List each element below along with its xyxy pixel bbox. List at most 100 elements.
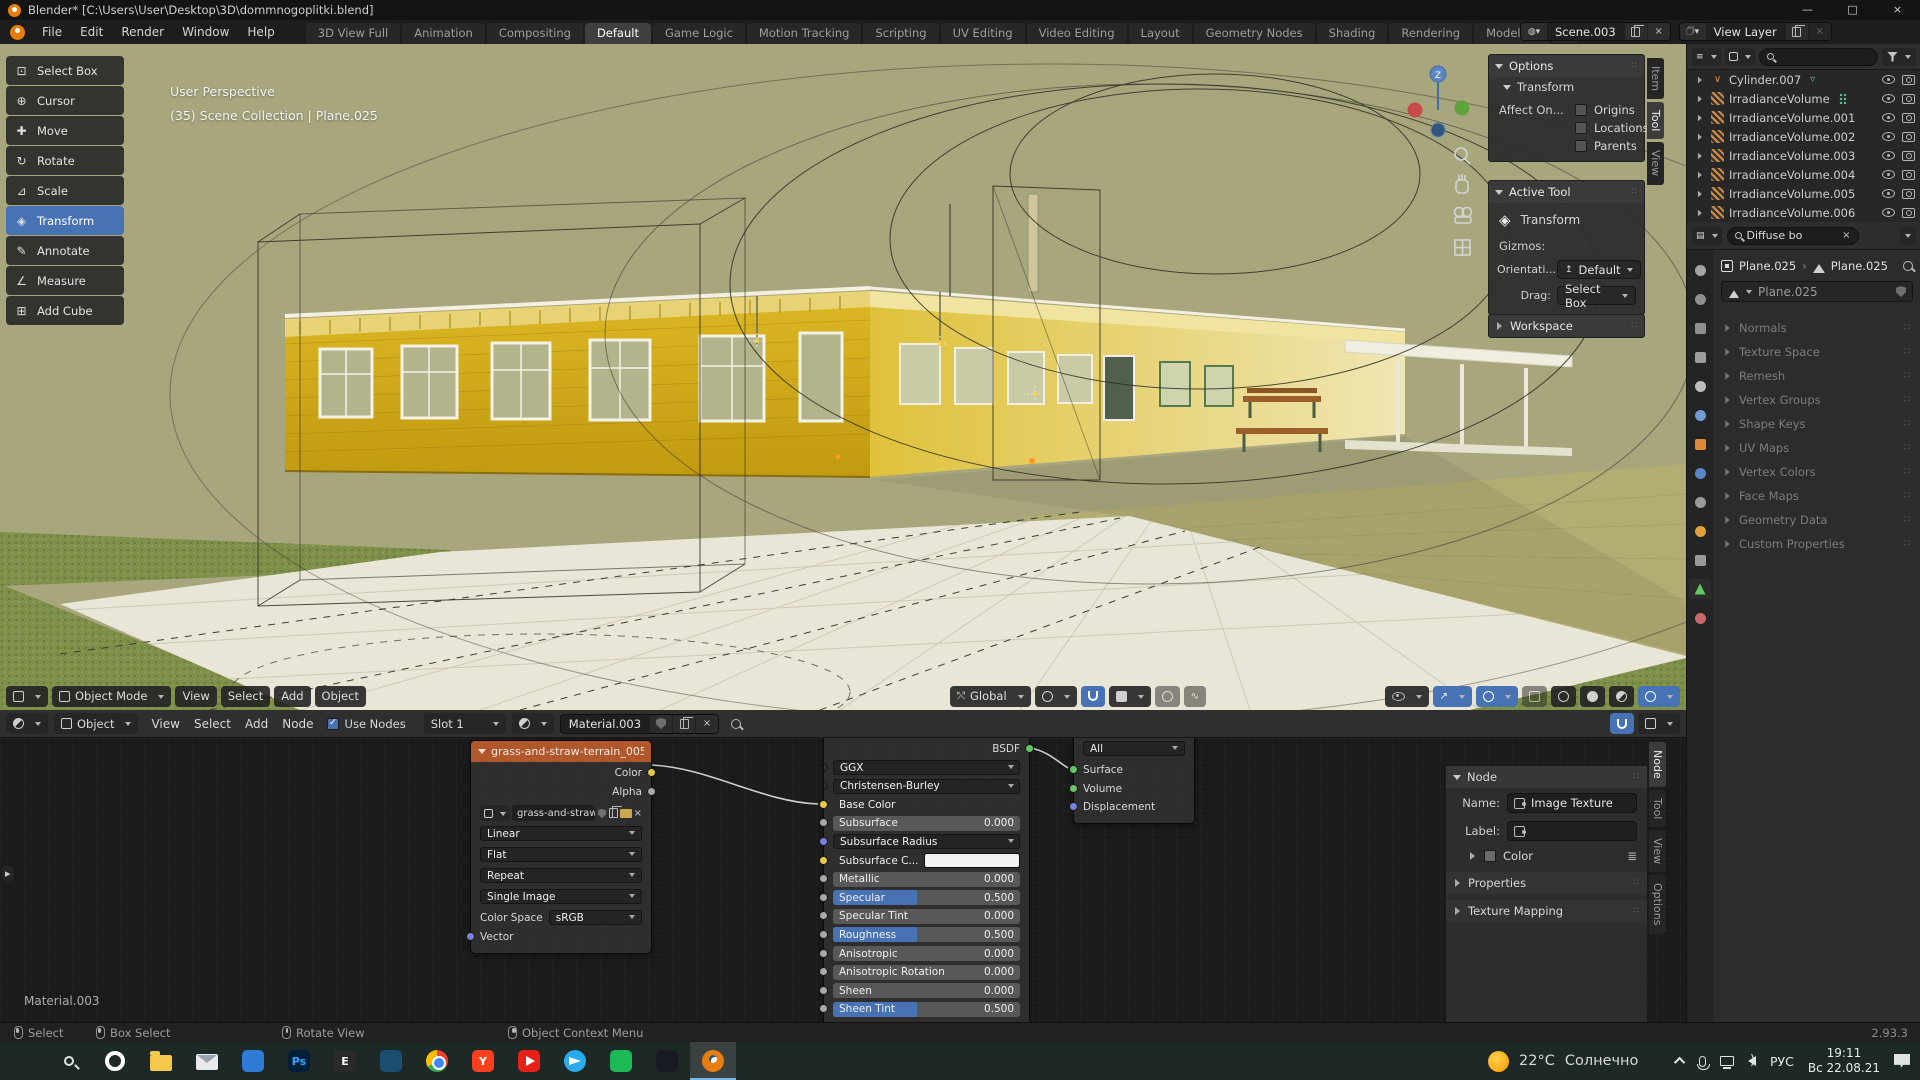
object-tab[interactable] bbox=[1689, 434, 1711, 454]
telegram[interactable] bbox=[552, 1042, 598, 1080]
output-input-socket[interactable] bbox=[1069, 802, 1078, 811]
node-canvas[interactable]: grass-and-straw-terrain_0057_02_S_e Colo… bbox=[0, 738, 1686, 1022]
properties-section-header[interactable]: Texture Space∷ bbox=[1687, 340, 1920, 364]
properties-section-header[interactable]: UV Maps∷ bbox=[1687, 436, 1920, 460]
bsdf-property-row[interactable]: Specular Tint 0.000 bbox=[833, 908, 1020, 924]
viewport-3d[interactable]: User Perspective (35) Scene Collection |… bbox=[0, 44, 1686, 710]
new-view-layer-button[interactable] bbox=[1786, 23, 1808, 40]
workspace-tab[interactable]: Motion Tracking bbox=[747, 23, 862, 44]
physics-tab[interactable] bbox=[1689, 521, 1711, 541]
snap-target-dropdown[interactable] bbox=[1109, 686, 1151, 707]
windows-start[interactable] bbox=[0, 1042, 46, 1080]
blender[interactable] bbox=[690, 1042, 736, 1080]
search[interactable] bbox=[46, 1042, 92, 1080]
shading-wireframe-button[interactable] bbox=[1551, 686, 1576, 707]
xray-toggle[interactable] bbox=[1522, 686, 1547, 707]
options-panel-header[interactable]: Options ∷ bbox=[1489, 55, 1644, 77]
outliner-editor-type-button[interactable]: ≡ bbox=[1692, 48, 1721, 66]
image-node-dropdown[interactable]: Linear bbox=[480, 826, 642, 841]
editor-type-button[interactable] bbox=[6, 686, 48, 707]
folder[interactable] bbox=[138, 1042, 184, 1080]
material-name-field[interactable]: Material.003 × bbox=[560, 714, 719, 734]
menu-item[interactable]: Window bbox=[173, 22, 238, 42]
output-socket[interactable] bbox=[647, 787, 656, 796]
outliner-display-mode-button[interactable] bbox=[1725, 48, 1755, 66]
material-browse-button[interactable] bbox=[512, 713, 554, 734]
bsdf-input-socket[interactable] bbox=[819, 818, 828, 827]
shader-menu[interactable]: View bbox=[144, 717, 186, 731]
shader-snap-toggle[interactable] bbox=[1610, 713, 1634, 734]
properties-section-header[interactable]: Shape Keys∷ bbox=[1687, 412, 1920, 436]
workspace-tab[interactable]: UV Editing bbox=[941, 23, 1025, 44]
shading-solid-button[interactable] bbox=[1580, 686, 1605, 707]
tool-button[interactable]: ✎ Annotate bbox=[6, 236, 124, 265]
bsdf-property-row[interactable]: Sheen Tint 0.500 bbox=[833, 1001, 1020, 1017]
hide-eye-icon[interactable] bbox=[1882, 113, 1895, 122]
image-name-field[interactable]: grass-and-straw... bbox=[512, 805, 595, 821]
render-camera-icon[interactable] bbox=[1902, 94, 1915, 104]
shader-type-dropdown[interactable]: Object bbox=[54, 713, 138, 734]
tool-button[interactable]: ∠ Measure bbox=[6, 266, 124, 295]
image-unlink-button[interactable]: × bbox=[634, 808, 642, 819]
shading-material-button[interactable] bbox=[1609, 686, 1634, 707]
tool-button[interactable]: ⊕ Cursor bbox=[6, 86, 124, 115]
proportional-falloff-dropdown[interactable]: ∿ bbox=[1184, 686, 1206, 707]
opera[interactable] bbox=[92, 1042, 138, 1080]
taskbar-weather[interactable]: 22°C Солнечно bbox=[1488, 1042, 1638, 1080]
workspace-tab[interactable]: Compositing bbox=[487, 23, 583, 44]
node-sidebar-tab[interactable]: Node bbox=[1649, 742, 1666, 787]
material-output-node[interactable]: All Surface Volume bbox=[1073, 738, 1195, 824]
hide-eye-icon[interactable] bbox=[1882, 132, 1895, 141]
properties-options-button[interactable] bbox=[1900, 227, 1916, 245]
region-expand-arrow[interactable]: ▸ bbox=[2, 866, 14, 881]
workspace-tab[interactable]: Default bbox=[585, 23, 651, 44]
properties-section-header[interactable]: Face Maps∷ bbox=[1687, 484, 1920, 508]
workspace-tab[interactable]: Animation bbox=[402, 23, 485, 44]
transform-subpanel-header[interactable]: Transform bbox=[1489, 77, 1644, 97]
epic-games[interactable]: E bbox=[322, 1042, 368, 1080]
bsdf-input-socket[interactable] bbox=[819, 967, 828, 976]
node-color-swatch[interactable] bbox=[1484, 850, 1496, 862]
outliner-row[interactable]: IrradianceVolume.004 bbox=[1687, 165, 1920, 184]
shader-overlay-dropdown[interactable] bbox=[1638, 713, 1680, 734]
render-camera-icon[interactable] bbox=[1902, 75, 1915, 85]
view-layer-tab[interactable] bbox=[1689, 347, 1711, 367]
properties-search-input[interactable]: Diffuse bo× bbox=[1727, 227, 1859, 245]
delete-scene-button[interactable]: × bbox=[1648, 23, 1670, 40]
outliner[interactable]: ≡ ∨ Cylinder.007 ▿ bbox=[1687, 44, 1920, 222]
bsdf-input-socket[interactable] bbox=[819, 800, 828, 809]
store[interactable] bbox=[230, 1042, 276, 1080]
view-layer-selector[interactable]: 🗇▾ View Layer × bbox=[1679, 22, 1832, 41]
checkbox[interactable] bbox=[1575, 140, 1587, 152]
image-fake-user-button[interactable] bbox=[597, 808, 606, 817]
color-space-dropdown[interactable]: sRGB bbox=[549, 910, 642, 925]
orientation-dropdown-header[interactable]: ⤲Global bbox=[950, 686, 1031, 707]
constraints-tab[interactable] bbox=[1689, 550, 1711, 570]
bsdf-input-socket[interactable] bbox=[819, 763, 828, 772]
node-sidebar-tab[interactable]: Tool bbox=[1649, 790, 1666, 827]
outliner-row[interactable]: IrradianceVolume.003 bbox=[1687, 146, 1920, 165]
pin-icon[interactable] bbox=[731, 719, 741, 729]
bsdf-property-row[interactable]: Subsurface C... bbox=[833, 853, 1020, 869]
bsdf-property-row[interactable]: Metallic 0.000 bbox=[833, 871, 1020, 887]
tool-button[interactable]: ⊡ Select Box bbox=[6, 56, 124, 85]
bsdf-property-row[interactable]: Specular 0.500 bbox=[833, 890, 1020, 906]
tool-button[interactable]: ⊿ Scale bbox=[6, 176, 124, 205]
checkbox[interactable] bbox=[1575, 122, 1587, 134]
image-browse-button[interactable] bbox=[480, 805, 510, 821]
visibility-dropdown[interactable] bbox=[1385, 686, 1429, 707]
output-target-dropdown[interactable]: All bbox=[1083, 741, 1185, 756]
bsdf-input-socket[interactable] bbox=[819, 949, 828, 958]
outliner-filter-button[interactable] bbox=[1882, 48, 1916, 66]
shader-menu[interactable]: Node bbox=[275, 717, 320, 731]
window-control-button[interactable]: × bbox=[1875, 0, 1920, 20]
particles-tab[interactable] bbox=[1689, 492, 1711, 512]
properties-editor-type-button[interactable]: ▤ bbox=[1692, 227, 1722, 245]
copy-material-button[interactable] bbox=[673, 715, 695, 733]
viewport-menu[interactable]: Add bbox=[274, 686, 310, 707]
navigation-gizmo[interactable]: Z bbox=[1398, 52, 1482, 140]
properties-section-header[interactable]: Vertex Groups∷ bbox=[1687, 388, 1920, 412]
view-layer-icon[interactable]: 🗇▾ bbox=[1680, 23, 1706, 40]
sidebar-tab[interactable]: Tool bbox=[1647, 102, 1664, 139]
scene-tab[interactable] bbox=[1689, 376, 1711, 396]
